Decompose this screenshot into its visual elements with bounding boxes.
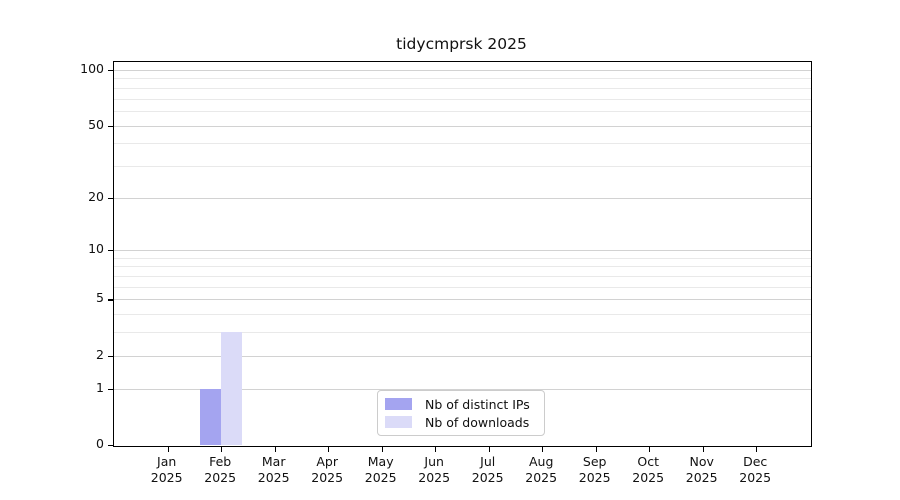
grid-line-major <box>114 299 811 301</box>
y-tick-mark <box>108 388 113 390</box>
x-tick-mark <box>488 447 490 452</box>
x-tick-mark <box>274 447 276 452</box>
grid-line-minor <box>114 143 811 145</box>
grid-line-minor <box>114 78 811 80</box>
x-tick-mark <box>756 447 758 452</box>
y-tick-mark <box>108 445 113 447</box>
grid-line-minor <box>114 276 811 278</box>
y-axis-tick-label: 10 <box>88 241 104 257</box>
grid-line-major <box>114 355 811 357</box>
legend-item-distinct-ips: Nb of distinct IPs <box>385 396 536 412</box>
y-axis-tick-label: 5 <box>96 290 104 306</box>
y-axis-tick-label: 2 <box>96 346 104 362</box>
legend-swatch-downloads <box>385 416 412 428</box>
grid-line-major <box>114 197 811 199</box>
bar-downloads <box>221 332 243 445</box>
x-tick-mark <box>702 447 704 452</box>
grid-line-minor <box>114 314 811 316</box>
y-axis-tick-label: 20 <box>88 188 104 204</box>
x-axis-tick-label: Dec 2025 <box>739 454 772 485</box>
grid-line-major <box>114 70 811 71</box>
x-tick-mark <box>435 447 437 452</box>
figure: tidycmprsk 2025 0 1 2 5 10 20 50 100 Jan 2025 Feb… <box>0 0 900 500</box>
y-axis-tick-label: 100 <box>80 61 104 76</box>
grid-line-minor <box>114 266 811 268</box>
y-axis-tick-label: 1 <box>96 379 104 395</box>
legend: Nb of distinct IPs Nb of downloads <box>377 390 545 436</box>
x-tick-mark <box>221 447 223 452</box>
grid-line-major <box>114 125 811 127</box>
grid-line-minor <box>114 257 811 259</box>
x-tick-mark <box>649 447 651 452</box>
chart-title: tidycmprsk 2025 <box>396 35 527 53</box>
y-tick-mark <box>108 197 113 199</box>
y-tick-mark <box>108 70 113 72</box>
grid-line-minor <box>114 165 811 167</box>
y-tick-mark <box>108 250 113 252</box>
legend-label-distinct-ips: Nb of distinct IPs <box>425 396 530 412</box>
grid-line-minor <box>114 332 811 334</box>
x-tick-mark <box>381 447 383 452</box>
y-tick-mark <box>108 299 113 301</box>
x-tick-mark <box>542 447 544 452</box>
x-tick-mark <box>595 447 597 452</box>
grid-line-minor <box>114 110 811 112</box>
legend-swatch-distinct-ips <box>385 398 412 410</box>
grid-line-minor <box>114 98 811 100</box>
legend-item-downloads: Nb of downloads <box>385 414 536 430</box>
grid-line-minor <box>114 286 811 288</box>
legend-label-downloads: Nb of downloads <box>425 414 530 430</box>
y-axis-tick-label: 0 <box>96 436 104 451</box>
y-tick-mark <box>108 355 113 357</box>
grid-line-major <box>114 250 811 252</box>
y-axis-tick-label: 50 <box>88 116 104 132</box>
grid-line-minor <box>114 87 811 89</box>
x-tick-mark <box>328 447 330 452</box>
bar-distinct-ips <box>200 388 222 445</box>
y-tick-mark <box>108 125 113 127</box>
x-tick-mark <box>167 447 169 452</box>
